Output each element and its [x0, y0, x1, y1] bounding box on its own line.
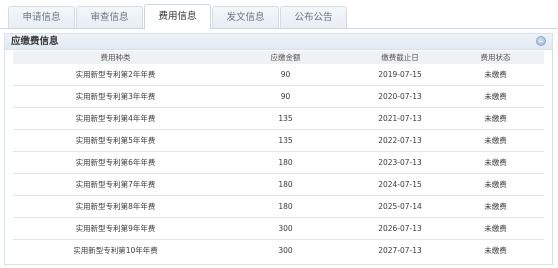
table-row: 实用新型专利第3年年费 90 2020-07-13 未缴费	[13, 85, 544, 108]
deadline-cell: 2023-07-13	[353, 151, 447, 174]
status-cell: 未缴费	[447, 195, 544, 218]
panel-title: 应缴费信息	[11, 36, 59, 47]
fee-type-cell: 实用新型专利第5年年费	[13, 129, 218, 152]
table-header-row: 费用种类 应缴金额 缴费截止日 费用状态	[13, 51, 544, 64]
tab-bar: 申请信息 审查信息 费用信息 发文信息 公布公告	[0, 0, 558, 30]
table-row: 实用新型专利第10年年费 300 2027-07-13 未缴费	[13, 240, 544, 262]
amount-cell: 90	[218, 85, 353, 108]
amount-cell: 180	[218, 195, 353, 218]
amount-cell: 135	[218, 129, 353, 152]
deadline-cell: 2019-07-15	[353, 64, 447, 86]
header-fee-status: 费用状态	[447, 51, 544, 64]
status-cell: 未缴费	[447, 217, 544, 240]
fee-type-cell: 实用新型专利第9年年费	[13, 217, 218, 240]
tab-fee-info[interactable]: 费用信息	[144, 4, 211, 30]
amount-cell: 180	[218, 173, 353, 196]
panel-header: 应缴费信息	[5, 34, 552, 50]
amount-cell: 135	[218, 107, 353, 130]
fee-type-cell: 实用新型专利第4年年费	[13, 107, 218, 130]
table-row: 实用新型专利第5年年费 135 2022-07-13 未缴费	[13, 129, 544, 152]
table-row: 实用新型专利第2年年费 90 2019-07-15 未缴费	[13, 64, 544, 86]
deadline-cell: 2026-07-13	[353, 217, 447, 240]
table-row: 实用新型专利第6年年费 180 2023-07-13 未缴费	[13, 151, 544, 174]
header-payment-deadline: 缴费截止日	[353, 51, 447, 64]
amount-cell: 300	[278, 246, 293, 255]
fee-type-cell: 实用新型专利第2年年费	[13, 64, 218, 86]
table-row: 实用新型专利第7年年费 180 2024-07-15 未缴费	[13, 173, 544, 196]
table-row: 实用新型专利第4年年费 135 2021-07-13 未缴费	[13, 107, 544, 130]
status-cell: 未缴费	[447, 173, 544, 196]
deadline-cell: 2022-07-13	[353, 129, 447, 152]
tab-publication-announcement[interactable]: 公布公告	[280, 6, 347, 28]
deadline-cell: 2020-07-13	[353, 85, 447, 108]
header-amount-due: 应缴金额	[218, 51, 353, 64]
status-cell: 未缴费	[447, 129, 544, 152]
status-cell: 未缴费	[447, 107, 544, 130]
tab-bar-divider	[0, 28, 558, 29]
collapse-icon[interactable]	[536, 36, 546, 46]
table-row: 实用新型专利第8年年费 180 2025-07-14 未缴费	[13, 195, 544, 218]
fee-type-cell: 实用新型专利第7年年费	[13, 173, 218, 196]
deadline-cell: 2021-07-13	[353, 107, 447, 130]
tab-application-info[interactable]: 申请信息	[8, 6, 75, 28]
status-cell: 未缴费	[447, 64, 544, 86]
status-cell: 未缴费	[447, 151, 544, 174]
fee-table: 费用种类 应缴金额 缴费截止日 费用状态 实用新型专利第2年年费 90 2019…	[13, 51, 544, 261]
fee-type-cell: 实用新型专利第10年年费	[73, 246, 158, 255]
status-cell: 未缴费	[447, 85, 544, 108]
amount-cell: 180	[218, 151, 353, 174]
tab-dispatch-info[interactable]: 发文信息	[212, 6, 279, 28]
tab-examination-info[interactable]: 审查信息	[76, 6, 143, 28]
deadline-cell: 2024-07-15	[353, 173, 447, 196]
amount-cell: 300	[218, 217, 353, 240]
table-row: 实用新型专利第9年年费 300 2026-07-13 未缴费	[13, 217, 544, 240]
deadline-cell: 2025-07-14	[353, 195, 447, 218]
fee-payable-panel: 应缴费信息 费用种类 应缴金额 缴费截止日 费用状态 实用新型专利第2年年费 9…	[4, 33, 553, 265]
header-fee-type: 费用种类	[13, 51, 218, 64]
amount-cell: 90	[218, 64, 353, 86]
fee-type-cell: 实用新型专利第8年年费	[13, 195, 218, 218]
deadline-cell: 2027-07-13	[378, 246, 422, 255]
status-cell: 未缴费	[484, 246, 507, 255]
fee-type-cell: 实用新型专利第6年年费	[13, 151, 218, 174]
fee-type-cell: 实用新型专利第3年年费	[13, 85, 218, 108]
